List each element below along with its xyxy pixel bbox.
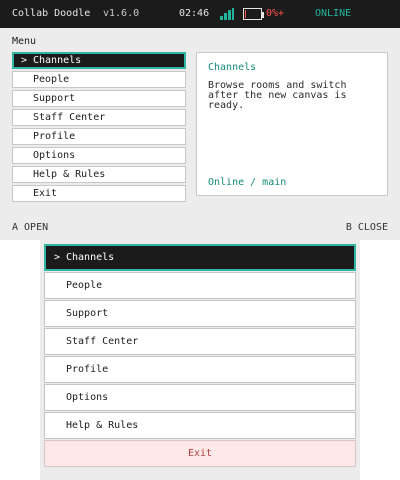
menu-button-exit[interactable]: Exit [44, 440, 356, 467]
menu-button-people[interactable]: People [44, 272, 356, 299]
menu-preview-item-profile: Profile [12, 128, 186, 145]
info-title: Channels [208, 62, 257, 73]
menu-button-label: Options [66, 392, 109, 403]
menu-button-channels[interactable]: > Channels [44, 244, 356, 271]
menu-preview-item-support: Support [12, 90, 186, 107]
connection-status: ONLINE [315, 8, 352, 19]
menu-button-label: People [66, 280, 103, 291]
menu-preview-label: Help & Rules [33, 169, 106, 180]
menu-button-options[interactable]: Options [44, 384, 356, 411]
menu-button-label: Staff Center [66, 336, 139, 347]
menu-button-label: Help & Rules [66, 420, 139, 431]
menu-preview-item-staff-center: Staff Center [12, 109, 186, 126]
menu-preview-label: Support [33, 93, 76, 104]
info-panel: Channels Browse rooms and switch after t… [196, 52, 388, 196]
menu-preview-item-options: Options [12, 147, 186, 164]
info-footer: Online / main [208, 177, 287, 188]
menu-preview-label: Exit [33, 188, 58, 199]
battery-icon [243, 8, 262, 20]
menu-heading: Menu [12, 36, 37, 47]
menu-button-profile[interactable]: Profile [44, 356, 356, 383]
menu-preview-label: Channels [33, 55, 82, 66]
menu-button-staff-center[interactable]: Staff Center [44, 328, 356, 355]
selection-caret-icon: > [21, 55, 28, 66]
menu-preview-item-channels: > Channels [12, 52, 186, 69]
menu-button-label: Exit [187, 448, 213, 459]
menu-button-label: Channels [66, 252, 115, 263]
battery-percent: 0%+ [266, 8, 285, 19]
selection-caret-icon: > [54, 252, 61, 263]
menu-preview-label: People [33, 74, 70, 85]
menu-preview-item-people: People [12, 71, 186, 88]
signal-bars-icon [220, 8, 234, 20]
menu-preview-item-exit: Exit [12, 185, 186, 202]
menu-button-support[interactable]: Support [44, 300, 356, 327]
menu-preview-label: Profile [33, 131, 76, 142]
menu-preview-label: Staff Center [33, 112, 106, 123]
battery-terminal [262, 12, 264, 18]
menu-preview-list: > Channels People Support Staff Center Profil… [12, 52, 186, 204]
menu-preview-item-help-and-rules: Help & Rules [12, 166, 186, 183]
status-bar: Collab Doodle v1.6.0 02:46 0%+ ONLINE [0, 0, 400, 28]
info-description: Browse rooms and switch after the new ca… [208, 80, 347, 111]
app-version: v1.6.0 [103, 8, 140, 19]
menu-button-label: Support [66, 308, 109, 319]
clock: 02:46 [179, 8, 210, 19]
hint-open: A OPEN [12, 222, 49, 233]
menu-button-label: Profile [66, 364, 109, 375]
menu-preview-label: Options [33, 150, 76, 161]
menu-button-help-and-rules[interactable]: Help & Rules [44, 412, 356, 439]
app-name: Collab Doodle [12, 8, 91, 19]
touch-menu-list: > Channels People Support Staff Center Profil… [44, 244, 356, 468]
hint-close: B CLOSE [345, 222, 388, 233]
